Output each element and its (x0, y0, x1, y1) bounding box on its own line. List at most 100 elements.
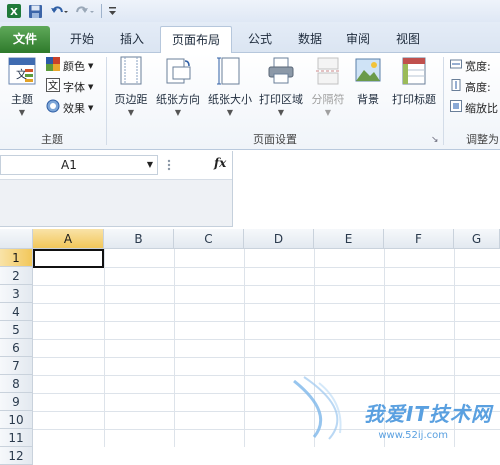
print-area-button[interactable]: 打印区域 ▼ (256, 56, 306, 117)
excel-logo-icon[interactable]: X (4, 2, 24, 20)
column-header-d[interactable]: D (244, 229, 314, 249)
select-all-button[interactable] (0, 229, 33, 249)
chevron-down-icon: ▼ (88, 83, 94, 91)
chevron-down-icon[interactable]: ▼ (147, 156, 153, 174)
row-header-12[interactable]: 12 (0, 447, 33, 465)
row-header-7[interactable]: 7 (0, 357, 33, 375)
column-header-c[interactable]: C (174, 229, 244, 249)
worksheet-grid[interactable]: A B C D E F G 1 2 3 4 5 6 7 8 9 10 11 12… (0, 229, 500, 465)
height-icon (450, 78, 462, 97)
row-header-11[interactable]: 11 (0, 429, 33, 447)
name-box-value: A1 (61, 158, 77, 172)
width-icon (450, 57, 462, 76)
page-size-icon (204, 56, 256, 89)
toolbar-separator (101, 4, 102, 18)
size-button[interactable]: 纸张大小 ▼ (204, 56, 256, 117)
customize-icon[interactable] (106, 2, 119, 20)
save-icon[interactable] (26, 2, 45, 20)
scale-height-control[interactable]: 高度: (450, 78, 491, 97)
scale-width-control[interactable]: 宽度: (450, 57, 491, 76)
print-titles-button[interactable]: 打印标题 (388, 56, 440, 107)
orientation-label: 纸张方向 (156, 93, 200, 106)
breaks-button[interactable]: 分隔符 ▼ (306, 56, 350, 117)
grid-line (244, 249, 245, 447)
quick-access-toolbar: X (0, 0, 500, 22)
row-header-9[interactable]: 9 (0, 393, 33, 411)
undo-icon[interactable] (47, 2, 71, 20)
theme-effects-button[interactable]: 效果 ▼ (46, 99, 93, 118)
group-separator (443, 57, 444, 145)
print-titles-label: 打印标题 (392, 93, 436, 106)
column-header-b[interactable]: B (104, 229, 174, 249)
background-image-icon (350, 56, 386, 89)
grid-line (33, 339, 500, 340)
redo-icon[interactable] (73, 2, 97, 20)
tab-formulas[interactable]: 公式 (238, 26, 282, 53)
theme-fonts-label: 字体 (63, 81, 85, 94)
name-box[interactable]: A1 ▼ (0, 155, 158, 175)
watermark-text: 我爱IT技术网 (363, 402, 492, 426)
tab-insert[interactable]: 插入 (110, 26, 154, 53)
svg-text:X: X (10, 7, 18, 18)
ribbon: 文 主题 ▼ 颜色 ▼ 文 字体 ▼ 效果 ▼ 主题 页边距 ▼ 纸张方向 ▼ … (0, 53, 500, 150)
effects-icon (46, 99, 60, 119)
row-header-1[interactable]: 1 (0, 249, 33, 267)
row-header-3[interactable]: 3 (0, 285, 33, 303)
scale-percent-control[interactable]: 缩放比 (450, 99, 498, 118)
margins-button[interactable]: 页边距 ▼ (110, 56, 152, 117)
dialog-launcher-icon[interactable]: ↘ (431, 135, 439, 145)
insert-function-button[interactable]: fx (214, 156, 226, 170)
chevron-down-icon: ▼ (18, 108, 26, 117)
row-header-8[interactable]: 8 (0, 375, 33, 393)
margins-icon (110, 56, 152, 89)
orientation-icon (152, 56, 204, 89)
tab-view[interactable]: 视图 (386, 26, 430, 53)
group-separator (106, 57, 107, 145)
row-header-6[interactable]: 6 (0, 339, 33, 357)
row-header-2[interactable]: 2 (0, 267, 33, 285)
row-header-10[interactable]: 10 (0, 411, 33, 429)
tab-home[interactable]: 开始 (60, 26, 104, 53)
row-header-5[interactable]: 5 (0, 321, 33, 339)
splitter-handle-icon[interactable] (164, 157, 174, 173)
grid-line (33, 357, 500, 358)
themes-label: 主题 (11, 93, 33, 106)
chevron-down-icon: ▼ (226, 108, 234, 117)
background-button[interactable]: 背景 (350, 56, 386, 107)
column-header-f[interactable]: F (384, 229, 454, 249)
printer-icon (256, 56, 306, 89)
tab-data[interactable]: 数据 (288, 26, 332, 53)
chevron-down-icon: ▼ (88, 104, 94, 112)
grid-line (104, 249, 105, 447)
tab-review[interactable]: 审阅 (336, 26, 380, 53)
size-label: 纸张大小 (208, 93, 252, 106)
group-label-page-setup: 页面设置 (253, 133, 297, 146)
orientation-button[interactable]: 纸张方向 ▼ (152, 56, 204, 117)
theme-colors-button[interactable]: 颜色 ▼ (46, 56, 94, 77)
column-header-e[interactable]: E (314, 229, 384, 249)
chevron-down-icon: ▼ (88, 62, 94, 70)
scale-percent-label: 缩放比 (465, 102, 498, 115)
theme-effects-label: 效果 (63, 102, 85, 115)
group-label-themes: 主题 (41, 133, 63, 146)
selected-cell-a1[interactable] (33, 249, 104, 268)
font-icon: 文 (46, 77, 60, 98)
chevron-down-icon: ▼ (174, 108, 182, 117)
grid-line (33, 285, 500, 286)
color-swatch-icon (46, 56, 60, 77)
grid-line (33, 321, 500, 322)
chevron-down-icon: ▼ (324, 108, 332, 117)
column-header-a[interactable]: A (33, 229, 104, 249)
tab-file[interactable]: 文件 (0, 26, 50, 53)
tab-page-layout[interactable]: 页面布局 (160, 26, 232, 54)
themes-button[interactable]: 文 主题 ▼ (4, 56, 40, 117)
formula-bar: A1 ▼ fx (0, 151, 500, 227)
ribbon-tabs: 文件 开始 插入 页面布局 公式 数据 审阅 视图 (0, 22, 500, 54)
column-header-g[interactable]: G (454, 229, 500, 249)
background-label: 背景 (357, 93, 379, 106)
formula-input[interactable] (232, 151, 500, 227)
theme-fonts-button[interactable]: 文 字体 ▼ (46, 77, 94, 98)
row-header-4[interactable]: 4 (0, 303, 33, 321)
margins-label: 页边距 (114, 93, 148, 106)
breaks-icon (306, 56, 350, 89)
